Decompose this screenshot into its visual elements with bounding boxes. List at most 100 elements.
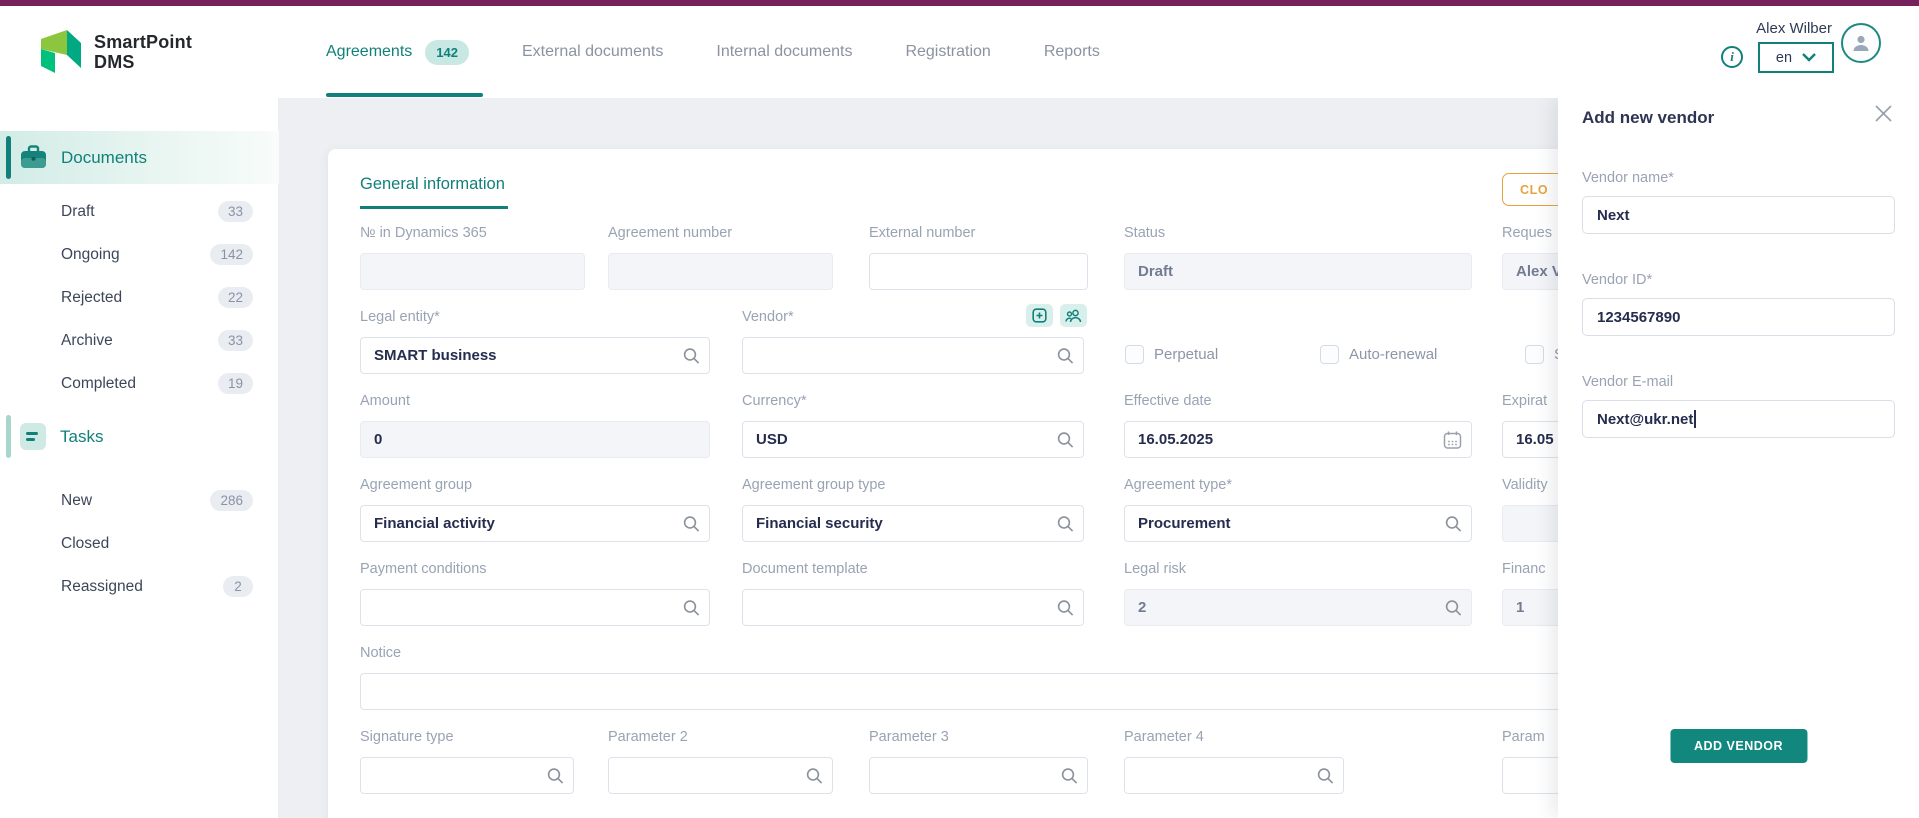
field-label: Document template (742, 561, 1084, 581)
language-value: en (1776, 50, 1792, 66)
user-name: Alex Wilber (1756, 20, 1832, 37)
sidebar-item-ongoing[interactable]: Ongoing 142 (0, 233, 279, 276)
agreement-group-type-input[interactable]: Financial security (742, 505, 1084, 542)
tab-reports[interactable]: Reports (1044, 43, 1100, 61)
person-icon (1850, 32, 1872, 54)
effective-date-input[interactable]: 16.05.2025 (1124, 421, 1472, 458)
amount-input[interactable]: 0 (360, 421, 710, 458)
sidebar-item-closed[interactable]: Closed (0, 522, 279, 565)
search-icon[interactable] (1445, 599, 1462, 616)
signature-type-input[interactable] (360, 757, 574, 794)
brand-text: SmartPoint DMS (94, 32, 192, 72)
language-selector[interactable]: en (1758, 42, 1834, 73)
search-icon[interactable] (683, 515, 700, 532)
sidebar-item-draft[interactable]: Draft 33 (0, 190, 279, 233)
field-label: № in Dynamics 365 (360, 225, 585, 245)
tab-external-documents[interactable]: External documents (522, 43, 663, 61)
search-icon[interactable] (1317, 767, 1334, 784)
briefcase-icon (20, 145, 47, 170)
field-payment-conditions: Payment conditions (360, 561, 710, 626)
main-nav: Agreements 142 External documents Intern… (326, 6, 1100, 98)
tab-agreements[interactable]: Agreements 142 (326, 40, 469, 65)
tab-registration[interactable]: Registration (905, 43, 990, 61)
perpetual-checkbox[interactable] (1125, 345, 1144, 364)
sidebar-item-new[interactable]: New 286 (0, 479, 279, 522)
legal-entity-input[interactable]: SMART business (360, 337, 710, 374)
sidebar-item-rejected[interactable]: Rejected 22 (0, 276, 279, 319)
search-icon[interactable] (1057, 347, 1074, 364)
active-tab-underline (326, 93, 483, 97)
agreement-type-input[interactable]: Procurement (1124, 505, 1472, 542)
top-accent-bar (0, 0, 1919, 6)
currency-input[interactable]: USD (742, 421, 1084, 458)
count-badge: 33 (218, 201, 253, 222)
field-status: Status Draft (1124, 225, 1472, 290)
sidebar-section-tasks[interactable]: Tasks (0, 410, 279, 463)
tab-internal-documents[interactable]: Internal documents (716, 43, 852, 61)
search-icon[interactable] (547, 767, 564, 784)
field-label: Payment conditions (360, 561, 710, 581)
search-icon[interactable] (1057, 515, 1074, 532)
field-parameter3: Parameter 3 (869, 729, 1088, 794)
sidebar-item-archive[interactable]: Archive 33 (0, 319, 279, 362)
search-icon[interactable] (806, 767, 823, 784)
close-icon[interactable] (1874, 104, 1893, 123)
field-label: Amount (360, 393, 710, 413)
parameter4-input[interactable] (1124, 757, 1344, 794)
panel-title: Add new vendor (1582, 108, 1895, 128)
field-effective-date: Effective date 16.05.2025 (1124, 393, 1472, 458)
field-label: Legal risk (1124, 561, 1472, 581)
st-checkbox[interactable] (1525, 345, 1544, 364)
search-icon[interactable] (683, 347, 700, 364)
count-badge: 142 (210, 244, 253, 265)
field-signature-type: Signature type (360, 729, 574, 794)
tab-general-information[interactable]: General information (360, 175, 508, 209)
add-vendor-panel: Add new vendor Vendor name* Next Vendor … (1558, 98, 1919, 818)
checkbox-auto-renewal-row: Auto-renewal (1320, 345, 1437, 364)
status-input: Draft (1124, 253, 1472, 290)
field-legal-entity: Legal entity* SMART business (360, 309, 710, 374)
search-icon[interactable] (1061, 767, 1078, 784)
agreement-card: General information CLO № in Dynamics 36… (328, 149, 1728, 818)
vendor-input[interactable] (742, 337, 1084, 374)
field-agreement-type: Agreement type* Procurement (1124, 477, 1472, 542)
sidebar-item-completed[interactable]: Completed 19 (0, 362, 279, 405)
field-label: Currency* (742, 393, 1084, 413)
dynamics-no-input[interactable] (360, 253, 585, 290)
notice-input[interactable] (360, 673, 1660, 710)
auto-renewal-checkbox[interactable] (1320, 345, 1339, 364)
sidebar-section-documents[interactable]: Documents (0, 131, 279, 184)
search-icon[interactable] (1445, 515, 1462, 532)
vendor-email-label: Vendor E-mail (1582, 374, 1895, 394)
legal-risk-input[interactable]: 2 (1124, 589, 1472, 626)
calendar-icon[interactable] (1443, 430, 1462, 449)
avatar[interactable] (1841, 23, 1881, 63)
parameter2-input[interactable] (608, 757, 833, 794)
parameter3-input[interactable] (869, 757, 1088, 794)
search-icon[interactable] (1057, 599, 1074, 616)
vendor-name-label: Vendor name* (1582, 170, 1895, 190)
add-vendor-icon[interactable] (1026, 304, 1053, 327)
vendor-id-input[interactable]: 1234567890 (1582, 298, 1895, 336)
field-amount: Amount 0 (360, 393, 710, 458)
vendor-contacts-icon[interactable] (1060, 304, 1087, 327)
sidebar-item-reassigned[interactable]: Reassigned 2 (0, 565, 279, 608)
agreement-number-input[interactable] (608, 253, 833, 290)
agreement-group-input[interactable]: Financial activity (360, 505, 710, 542)
field-agreement-number: Agreement number (608, 225, 833, 290)
search-icon[interactable] (1057, 431, 1074, 448)
checkbox-perpetual-row: Perpetual (1125, 345, 1218, 364)
search-icon[interactable] (683, 599, 700, 616)
vendor-email-input[interactable]: Next@ukr.net (1582, 400, 1895, 438)
add-vendor-button[interactable]: ADD VENDOR (1670, 729, 1807, 763)
field-currency: Currency* USD (742, 393, 1084, 458)
info-icon[interactable]: i (1721, 46, 1743, 68)
brand-logo: SmartPoint DMS (38, 28, 192, 76)
count-badge: 286 (210, 490, 253, 511)
vendor-name-input[interactable]: Next (1582, 196, 1895, 234)
field-legal-risk: Legal risk 2 (1124, 561, 1472, 626)
document-template-input[interactable] (742, 589, 1084, 626)
field-label: Legal entity* (360, 309, 710, 329)
external-number-input[interactable] (869, 253, 1088, 290)
payment-conditions-input[interactable] (360, 589, 710, 626)
